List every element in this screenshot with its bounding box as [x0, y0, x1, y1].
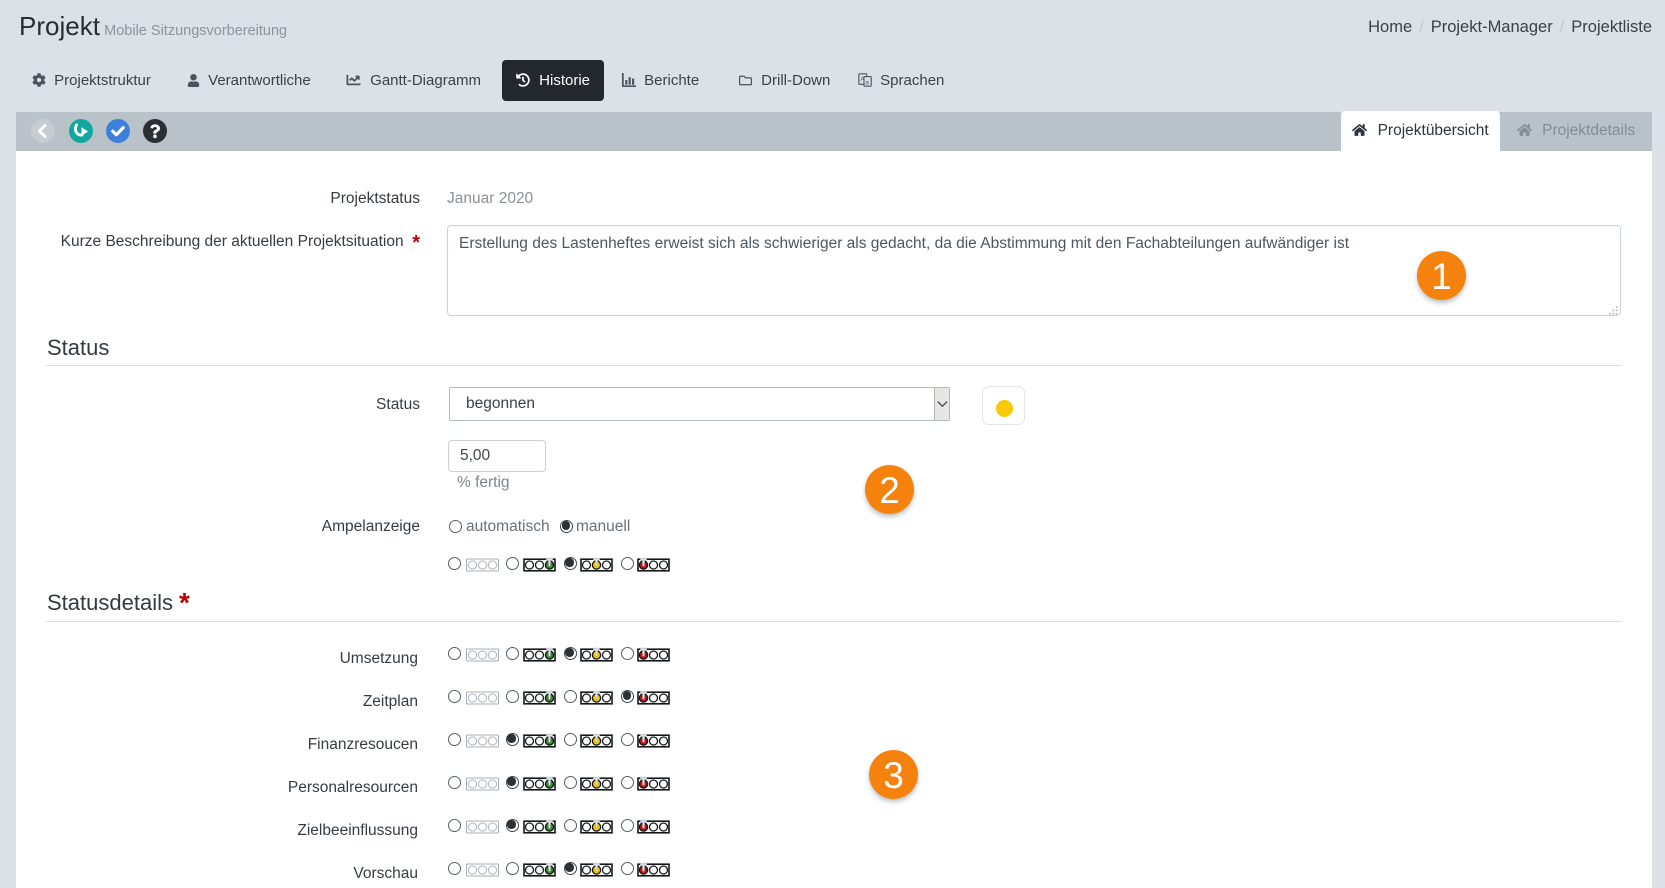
svg-text:a: a — [865, 80, 869, 87]
